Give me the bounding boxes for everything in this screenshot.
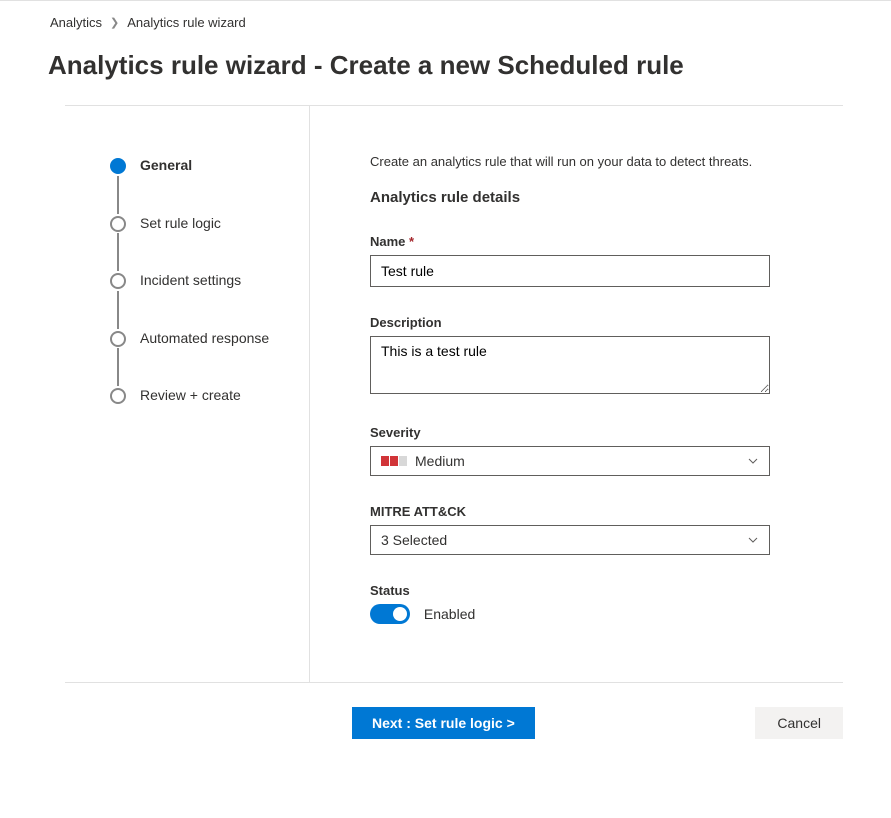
status-label: Status <box>370 583 770 598</box>
step-review-create[interactable]: Review + create <box>110 386 309 406</box>
step-incident-settings[interactable]: Incident settings <box>110 271 309 291</box>
breadcrumb-item[interactable]: Analytics <box>50 15 102 30</box>
chevron-down-icon <box>747 534 759 546</box>
mitre-label: MITRE ATT&CK <box>370 504 770 519</box>
step-indicator-icon <box>110 216 126 232</box>
description-label: Description <box>370 315 770 330</box>
form-panel: Create an analytics rule that will run o… <box>310 106 843 682</box>
page-title: Analytics rule wizard - Create a new Sch… <box>48 50 891 81</box>
wizard-steps: General Set rule logic Incident settings… <box>65 106 310 682</box>
name-input[interactable] <box>370 255 770 287</box>
wizard-footer: Next : Set rule logic > Cancel <box>0 683 891 779</box>
step-connector <box>117 291 119 329</box>
field-status: Status Enabled <box>370 583 770 624</box>
chevron-right-icon: ❯ <box>110 16 119 29</box>
step-general[interactable]: General <box>110 156 309 176</box>
chevron-down-icon <box>747 455 759 467</box>
severity-select[interactable]: Medium <box>370 446 770 476</box>
severity-bars-icon <box>381 456 407 466</box>
step-label: General <box>140 156 192 176</box>
step-set-rule-logic[interactable]: Set rule logic <box>110 214 309 234</box>
field-description: Description This is a test rule <box>370 315 770 397</box>
next-button[interactable]: Next : Set rule logic > <box>352 707 535 739</box>
step-label: Review + create <box>140 386 241 406</box>
severity-value: Medium <box>415 453 465 469</box>
breadcrumb-item[interactable]: Analytics rule wizard <box>127 15 246 30</box>
step-label: Automated response <box>140 329 269 349</box>
step-indicator-icon <box>110 158 126 174</box>
cancel-button[interactable]: Cancel <box>755 707 843 739</box>
breadcrumb: Analytics ❯ Analytics rule wizard <box>0 1 891 30</box>
step-automated-response[interactable]: Automated response <box>110 329 309 349</box>
name-label: Name * <box>370 234 770 249</box>
field-name: Name * <box>370 234 770 287</box>
step-indicator-icon <box>110 388 126 404</box>
step-indicator-icon <box>110 273 126 289</box>
step-label: Incident settings <box>140 271 241 291</box>
step-connector <box>117 176 119 214</box>
step-indicator-icon <box>110 331 126 347</box>
step-connector <box>117 233 119 271</box>
step-connector <box>117 348 119 386</box>
description-textarea[interactable]: This is a test rule <box>370 336 770 394</box>
label-text: Name <box>370 234 405 249</box>
required-marker: * <box>409 234 414 249</box>
mitre-value: 3 Selected <box>381 532 447 548</box>
status-value: Enabled <box>424 606 475 622</box>
field-mitre: MITRE ATT&CK 3 Selected <box>370 504 770 555</box>
intro-text: Create an analytics rule that will run o… <box>370 154 843 169</box>
field-severity: Severity Medium <box>370 425 770 476</box>
toggle-knob-icon <box>393 607 407 621</box>
step-label: Set rule logic <box>140 214 221 234</box>
status-toggle[interactable] <box>370 604 410 624</box>
mitre-select[interactable]: 3 Selected <box>370 525 770 555</box>
section-title: Analytics rule details <box>370 189 843 206</box>
severity-label: Severity <box>370 425 770 440</box>
